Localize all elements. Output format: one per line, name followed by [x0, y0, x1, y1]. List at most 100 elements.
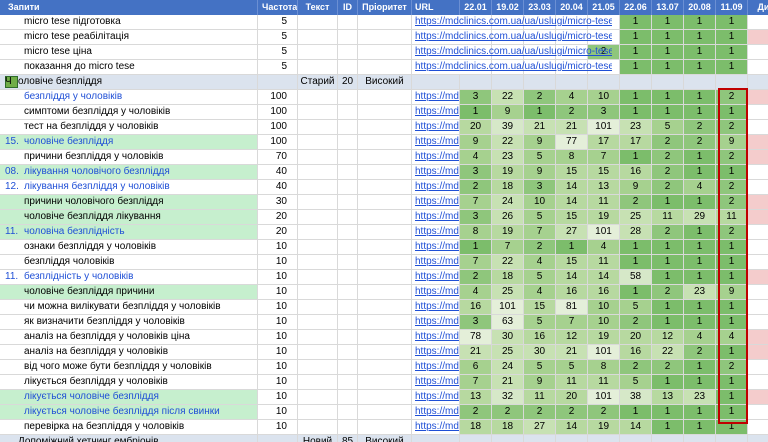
position-cell[interactable]: 8	[460, 225, 492, 240]
url-cell[interactable]: https://mdc	[412, 405, 460, 420]
position-cell[interactable]: 20	[556, 390, 588, 405]
position-cell[interactable]: 1	[460, 240, 492, 255]
position-cell[interactable]	[524, 435, 556, 442]
position-cell[interactable]	[748, 240, 768, 255]
position-cell[interactable]: 22	[492, 135, 524, 150]
text-cell[interactable]	[298, 195, 338, 210]
position-cell[interactable]: 39	[492, 120, 524, 135]
position-cell[interactable]: 2	[588, 405, 620, 420]
position-cell[interactable]: 22	[652, 345, 684, 360]
position-cell[interactable]: 3	[460, 165, 492, 180]
position-cell[interactable]: 2	[684, 120, 716, 135]
query-cell[interactable]: ознаки безпліддя у чоловіків	[0, 240, 258, 255]
position-cell[interactable]: 11	[524, 390, 556, 405]
text-cell[interactable]	[298, 420, 338, 435]
position-cell[interactable]: 1	[716, 315, 748, 330]
id-cell[interactable]	[338, 165, 358, 180]
url-link[interactable]: https://mdc	[415, 256, 459, 267]
position-cell[interactable]	[620, 75, 652, 90]
url-cell[interactable]: https://mdclinics.com.ua/ua/uslugi/micro…	[412, 45, 612, 60]
position-cell[interactable]: 5	[620, 375, 652, 390]
priority-cell[interactable]	[358, 315, 412, 330]
position-cell[interactable]: 18	[492, 420, 524, 435]
query-cell[interactable]: тест на безпліддя у чоловіків	[0, 120, 258, 135]
position-cell[interactable]: 27	[556, 225, 588, 240]
frequency-cell[interactable]: 40	[258, 165, 298, 180]
priority-cell[interactable]	[358, 180, 412, 195]
position-cell[interactable]: 4	[524, 255, 556, 270]
position-cell[interactable]	[748, 45, 768, 60]
query-cell[interactable]: 11. чоловіча безплідність	[0, 225, 258, 240]
position-cell[interactable]: 2	[652, 360, 684, 375]
text-cell[interactable]	[298, 150, 338, 165]
position-cell[interactable]: 1	[684, 150, 716, 165]
position-cell[interactable]: 11	[588, 195, 620, 210]
frequency-cell[interactable]: 5	[258, 45, 298, 60]
header-query[interactable]: Запити	[0, 0, 258, 15]
position-cell[interactable]: 1	[652, 375, 684, 390]
url-link[interactable]: https://mdc	[415, 121, 459, 132]
position-cell[interactable]: 29	[684, 210, 716, 225]
text-cell[interactable]	[298, 390, 338, 405]
position-cell[interactable]: 1	[620, 30, 652, 45]
query-cell[interactable]: чоловіче безпліддя лікування	[0, 210, 258, 225]
frequency-cell[interactable]: 10	[258, 330, 298, 345]
position-cell[interactable]: 12	[556, 330, 588, 345]
position-cell[interactable]: 1	[620, 150, 652, 165]
query-cell[interactable]: чи можна вилікувати безпліддя у чоловікі…	[0, 300, 258, 315]
position-cell[interactable]	[748, 165, 768, 180]
position-cell[interactable]: 16	[460, 300, 492, 315]
header-date[interactable]: 20.04	[556, 0, 588, 15]
query-cell[interactable]: micro tese ціна	[0, 45, 258, 60]
position-cell[interactable]: 2	[716, 195, 748, 210]
priority-cell[interactable]	[358, 135, 412, 150]
position-cell[interactable]	[716, 75, 748, 90]
header-text[interactable]: Текст	[298, 0, 338, 15]
url-cell[interactable]	[412, 435, 460, 442]
position-cell[interactable]: 1	[684, 405, 716, 420]
position-cell[interactable]: 14	[556, 180, 588, 195]
position-cell[interactable]: 23	[620, 120, 652, 135]
position-cell[interactable]: 17	[588, 135, 620, 150]
position-cell[interactable]: 12	[652, 330, 684, 345]
priority-cell[interactable]	[358, 420, 412, 435]
priority-cell[interactable]	[358, 330, 412, 345]
header-date[interactable]: 19.02	[492, 0, 524, 15]
position-cell[interactable]	[748, 315, 768, 330]
frequency-cell[interactable]: 10	[258, 405, 298, 420]
position-cell[interactable]: 11	[652, 210, 684, 225]
query-cell[interactable]: як визначити безпліддя у чоловіків	[0, 315, 258, 330]
position-cell[interactable]: 1	[620, 255, 652, 270]
position-cell[interactable]: 1	[684, 255, 716, 270]
url-cell[interactable]: https://mdc	[412, 345, 460, 360]
position-cell[interactable]: 24	[492, 360, 524, 375]
position-cell[interactable]: 1	[716, 15, 748, 30]
position-cell[interactable]: 1	[620, 45, 652, 60]
position-cell[interactable]: 1	[684, 60, 716, 75]
position-cell[interactable]: 9	[524, 165, 556, 180]
frequency-cell[interactable]: 30	[258, 195, 298, 210]
position-cell[interactable]: 20	[460, 120, 492, 135]
position-cell[interactable]	[748, 105, 768, 120]
position-cell[interactable]: 15	[556, 255, 588, 270]
url-cell[interactable]: https://mdc	[412, 300, 460, 315]
position-cell[interactable]	[748, 285, 768, 300]
id-cell[interactable]	[338, 330, 358, 345]
position-cell[interactable]: 8	[588, 360, 620, 375]
position-cell[interactable]: 5	[524, 150, 556, 165]
query-cell[interactable]: аналіз на безпліддя у чоловіків	[0, 345, 258, 360]
frequency-cell[interactable]: 5	[258, 15, 298, 30]
position-cell[interactable]: 1	[716, 60, 748, 75]
url-link[interactable]: https://mdc	[415, 91, 459, 102]
url-link[interactable]: https://mdc	[415, 181, 459, 192]
position-cell[interactable]: 22	[492, 90, 524, 105]
frequency-cell[interactable]: 10	[258, 255, 298, 270]
url-link[interactable]: https://mdc	[415, 346, 459, 357]
position-cell[interactable]: 3	[524, 180, 556, 195]
query-cell[interactable]: причини безпліддя у чоловіків	[0, 150, 258, 165]
position-cell[interactable]: 78	[460, 330, 492, 345]
position-cell[interactable]: 1	[620, 15, 652, 30]
position-cell[interactable]: 2	[652, 225, 684, 240]
position-cell[interactable]	[748, 330, 768, 345]
position-cell[interactable]: 1	[684, 240, 716, 255]
